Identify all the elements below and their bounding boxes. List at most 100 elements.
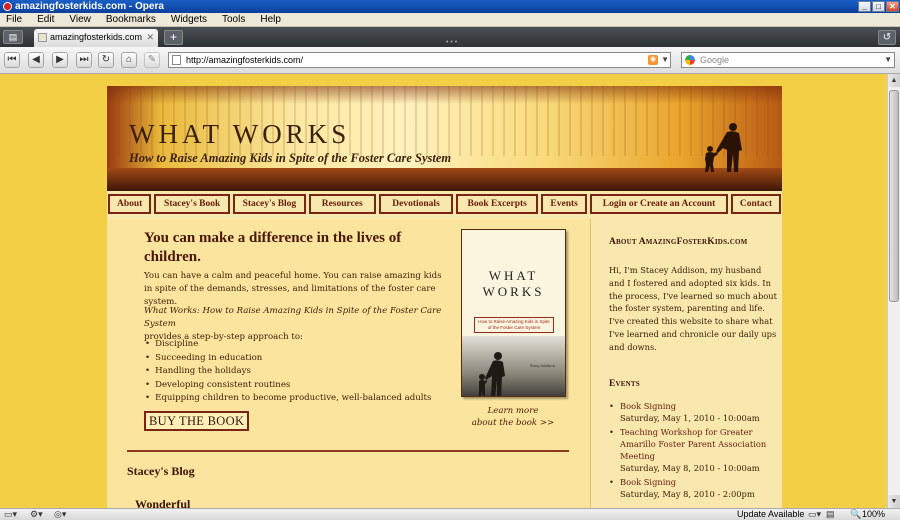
fast-forward-icon[interactable]: ⏭ (76, 52, 92, 68)
scrollbar-thumb[interactable] (889, 90, 899, 302)
menu-bookmarks[interactable]: Bookmarks (106, 14, 156, 25)
window-title: amazingfosterkids.com - Opera (15, 1, 164, 12)
window-titlebar: amazingfosterkids.com - Opera _ □ ✕ (0, 0, 900, 13)
nav-login[interactable]: Login or Create an Account (590, 194, 728, 214)
home-icon[interactable]: ⌂ (121, 52, 137, 68)
grip-icon: • • • (446, 39, 458, 46)
feature-list: Discipline Succeeding in education Handl… (145, 338, 431, 406)
menu-file[interactable]: File (6, 14, 22, 25)
closed-tabs-icon[interactable]: ↺ (878, 30, 896, 45)
nav-book-excerpts[interactable]: Book Excerpts (456, 194, 538, 214)
event-title-link[interactable]: Teaching Workshop for Greater Amarillo F… (620, 427, 766, 461)
zoom-icon[interactable]: 🔍 (850, 509, 861, 520)
hero-paragraph: You can have a calm and peaceful home. Y… (144, 271, 442, 307)
site-title[interactable]: WHAT WORKS (129, 119, 350, 150)
turbo-icon[interactable]: ◎▾ (54, 509, 66, 520)
sidebar-about-text: Hi, I'm Stacey Addison, my husband and I… (609, 265, 777, 352)
nav-events[interactable]: Events (541, 194, 588, 214)
page-icon (172, 55, 181, 65)
list-item: Book Signing Saturday, May 8, 2010 - 2:0… (609, 476, 781, 500)
menu-widgets[interactable]: Widgets (171, 14, 207, 25)
navigation-toolbar: ⏮ ◀ ▶ ⏭ ↻ ⌂ ✎ http://amazingfosterkids.c… (0, 47, 900, 74)
nav-contact[interactable]: Contact (730, 194, 782, 214)
address-url: http://amazingfosterkids.com/ (186, 55, 304, 65)
rewind-icon[interactable]: ⏮ (4, 52, 20, 68)
learn-more-line1: Learn more (487, 406, 539, 416)
menu-view[interactable]: View (69, 14, 91, 25)
buy-the-book-button[interactable]: BUY THE BOOK (144, 411, 250, 431)
scroll-down-icon[interactable]: ▼ (888, 495, 900, 508)
tab-amazingfosterkids[interactable]: amazingfosterkids.com ✕ (34, 29, 158, 47)
event-date: Saturday, May 1, 2010 - 10:00am (620, 413, 760, 423)
event-title-link[interactable]: Book Signing (620, 477, 676, 487)
scroll-up-icon[interactable]: ▲ (888, 74, 900, 87)
tab-close-icon[interactable]: ✕ (146, 29, 154, 46)
sidebar: About AmazingFosterKids.com Hi, I'm Stac… (593, 219, 782, 508)
fit-icon[interactable]: ▤ (826, 509, 835, 520)
list-item: Discipline (145, 338, 431, 352)
parent-child-silhouette-icon (705, 123, 742, 172)
forward-icon[interactable]: ▶ (52, 52, 68, 68)
search-placeholder: Google (700, 55, 730, 65)
hero-book-title: What Works: How to Raise Amazing Kids in… (144, 306, 442, 329)
tab-title: amazingfosterkids.com (50, 32, 143, 42)
vertical-scrollbar[interactable]: ▲ ▼ (887, 74, 900, 508)
book-cover-author: Stacy Addison (529, 363, 555, 368)
hero-heading: You can make a difference in the lives o… (144, 230, 402, 265)
list-item: Equipping children to become productive,… (145, 392, 431, 406)
event-date: Saturday, May 8, 2010 - 2:00pm (620, 489, 755, 499)
blog-heading: Stacey's Blog (127, 464, 195, 478)
status-bar: ▭▾ ⚙▾ ◎▾ Update Available ▭▾ ▤ 🔍 100% (0, 508, 900, 520)
tab-bar: ▤ amazingfosterkids.com ✕ + • • • ↺ (0, 27, 900, 47)
events-list: Book Signing Saturday, May 1, 2010 - 10:… (609, 400, 781, 502)
address-dropdown-icon[interactable]: ▼ (661, 53, 669, 67)
unite-icon[interactable]: ⚙▾ (30, 509, 43, 520)
book-cover-subtitle: How to Raise Amazing Kids in Spite of th… (474, 317, 554, 333)
menu-bar: File Edit View Bookmarks Widgets Tools H… (0, 13, 900, 27)
minimize-button[interactable]: _ (858, 1, 871, 12)
nav-staceys-book[interactable]: Stacey's Book (154, 194, 231, 214)
maximize-button[interactable]: □ (872, 1, 885, 12)
reload-icon[interactable]: ↻ (98, 52, 114, 68)
event-title-link[interactable]: Book Signing (620, 401, 676, 411)
book-cover-title-line2: WORKS (482, 284, 545, 299)
learn-more-line2: about the book >> (471, 418, 555, 428)
list-item: Developing consistent routines (145, 379, 431, 393)
sidebar-events-heading: Events (609, 379, 640, 389)
close-window-button[interactable]: ✕ (886, 1, 899, 12)
book-cover-title-line1: WHAT (488, 268, 539, 283)
sidebar-about-heading: About AmazingFosterKids.com (609, 237, 748, 247)
update-available[interactable]: Update Available (737, 509, 804, 520)
book-cover-image[interactable]: WHAT WORKS How to Raise Amazing Kids in … (461, 229, 566, 397)
list-item: Succeeding in education (145, 352, 431, 366)
main-content: You can make a difference in the lives o… (107, 219, 591, 508)
list-item: Handling the holidays (145, 365, 431, 379)
list-item: Book Signing Saturday, May 1, 2010 - 10:… (609, 400, 781, 424)
site-navigation: About Stacey's Book Stacey's Blog Resour… (107, 192, 782, 216)
search-field[interactable]: Google ▼ (681, 52, 895, 68)
wand-icon[interactable]: ✎ (144, 52, 160, 68)
new-tab-button[interactable]: + (164, 30, 183, 45)
site-tagline: How to Raise Amazing Kids in Spite of th… (129, 151, 452, 165)
address-bar[interactable]: http://amazingfosterkids.com/ ◉ ▼ (168, 52, 671, 68)
blog-post-title[interactable]: Wonderful (135, 497, 190, 508)
panel-toggle-icon[interactable]: ▤ (3, 30, 23, 44)
website: WHAT WORKS How to Raise Amazing Kids in … (107, 86, 782, 508)
menu-tools[interactable]: Tools (222, 14, 245, 25)
search-dropdown-icon[interactable]: ▼ (884, 53, 892, 67)
zoom-level[interactable]: 100% (862, 509, 885, 520)
nav-staceys-blog[interactable]: Stacey's Blog (233, 194, 306, 214)
site-header: WHAT WORKS How to Raise Amazing Kids in … (107, 86, 782, 191)
view-icon[interactable]: ▭▾ (808, 509, 821, 520)
nav-about[interactable]: About (108, 194, 152, 214)
menu-edit[interactable]: Edit (37, 14, 54, 25)
panel-icon[interactable]: ▭▾ (4, 509, 17, 520)
nav-devotionals[interactable]: Devotionals (378, 194, 454, 214)
favicon-icon (38, 33, 47, 42)
rss-icon[interactable]: ◉ (648, 55, 658, 65)
nav-resources[interactable]: Resources (308, 194, 376, 214)
menu-help[interactable]: Help (260, 14, 281, 25)
back-icon[interactable]: ◀ (28, 52, 44, 68)
section-divider (127, 450, 569, 452)
learn-more-link[interactable]: Learn more about the book >> (457, 405, 569, 429)
